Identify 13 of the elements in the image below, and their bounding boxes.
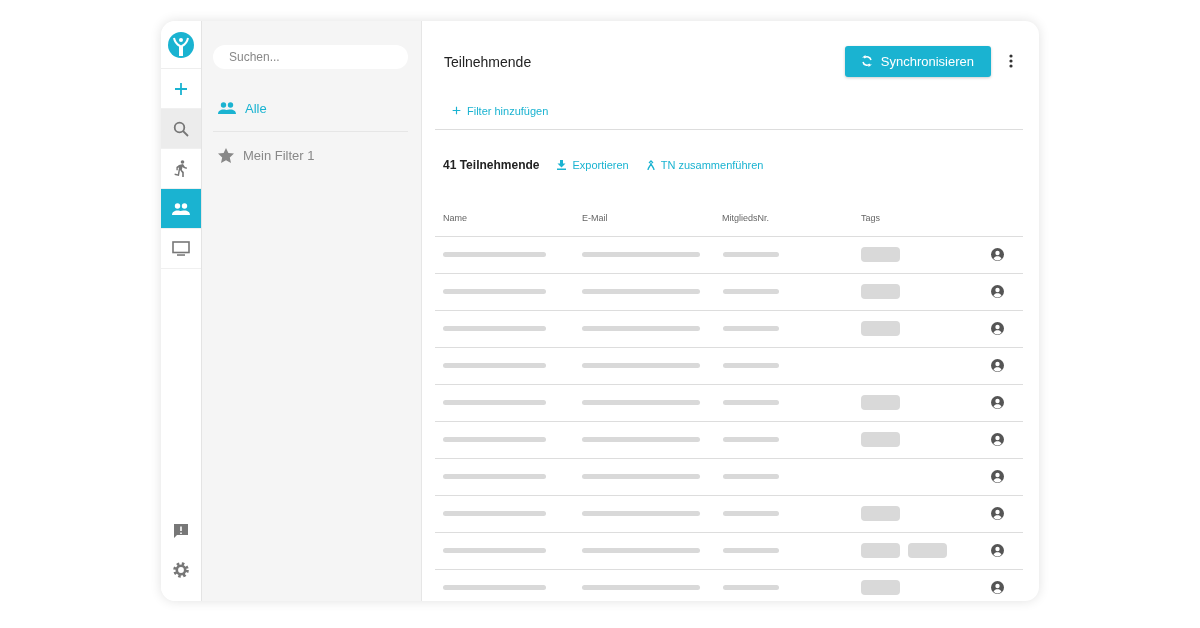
column-header: Name — [443, 212, 468, 223]
participant-count: 41 Teilnehmende — [443, 157, 540, 172]
sync-button[interactable]: Synchronisieren — [844, 45, 991, 77]
filter-item[interactable]: Alle — [213, 85, 408, 132]
search-field[interactable]: Suchen... — [213, 45, 408, 69]
column-header: E-Mail — [582, 212, 609, 223]
merge-link[interactable]: TN zusammenführen — [646, 158, 764, 171]
page-title: Teilnehmende — [444, 54, 533, 70]
add-filter-link[interactable]: Filter hinzufügen — [452, 95, 549, 126]
export-link[interactable]: Exportieren — [557, 158, 629, 171]
column-header: MitgliedsNr. — [722, 212, 770, 223]
filter-item[interactable]: Mein Filter 1 — [213, 132, 408, 178]
column-header: Tags — [861, 212, 881, 223]
